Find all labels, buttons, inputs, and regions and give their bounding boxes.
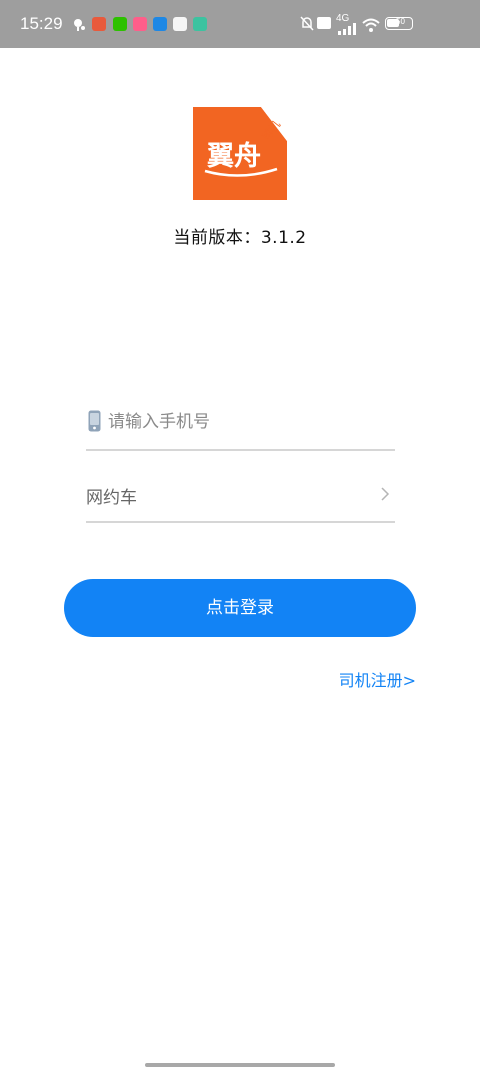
home-indicator[interactable]: [145, 1063, 335, 1067]
battery-icon: 50: [385, 17, 413, 30]
phone-field: [86, 405, 395, 451]
hd-icon: [317, 17, 331, 29]
logo-text: 翼舟: [207, 141, 261, 172]
version-label: 当前版本：3.1.2: [173, 228, 307, 248]
telegram-icon: [173, 17, 187, 31]
app-notification-icon: [133, 17, 147, 31]
status-time: 15:29: [20, 14, 63, 33]
service-type-value: 网约车: [86, 488, 137, 508]
login-button[interactable]: 点击登录: [64, 579, 416, 637]
app-notification-icon: [153, 17, 167, 31]
phone-icon: [88, 410, 101, 432]
location-icon: [72, 17, 85, 31]
wechat-icon: [113, 17, 127, 31]
service-type-selector[interactable]: 网约车: [86, 477, 395, 523]
app-version: 当前版本：3.1.2: [0, 223, 480, 248]
yizhou-driver-logo-icon: 翼舟 司机: [193, 107, 287, 200]
phone-input[interactable]: [108, 409, 388, 435]
battery-level: 50: [396, 17, 405, 26]
app-notification-icon: [193, 17, 207, 31]
signal-icon: [338, 20, 358, 39]
chevron-right-icon: [379, 486, 391, 501]
app-notification-icon: [92, 17, 106, 31]
silent-icon: [300, 16, 314, 35]
login-screen: 15:29 4G 50 翼舟 司机 当前版本：3.1.2 请输入手机号 网约车 …: [0, 0, 480, 1072]
driver-register-link[interactable]: 司机注册>: [339, 667, 416, 691]
status-bar: 15:29 4G 50: [0, 0, 480, 48]
wifi-icon: [362, 17, 380, 36]
